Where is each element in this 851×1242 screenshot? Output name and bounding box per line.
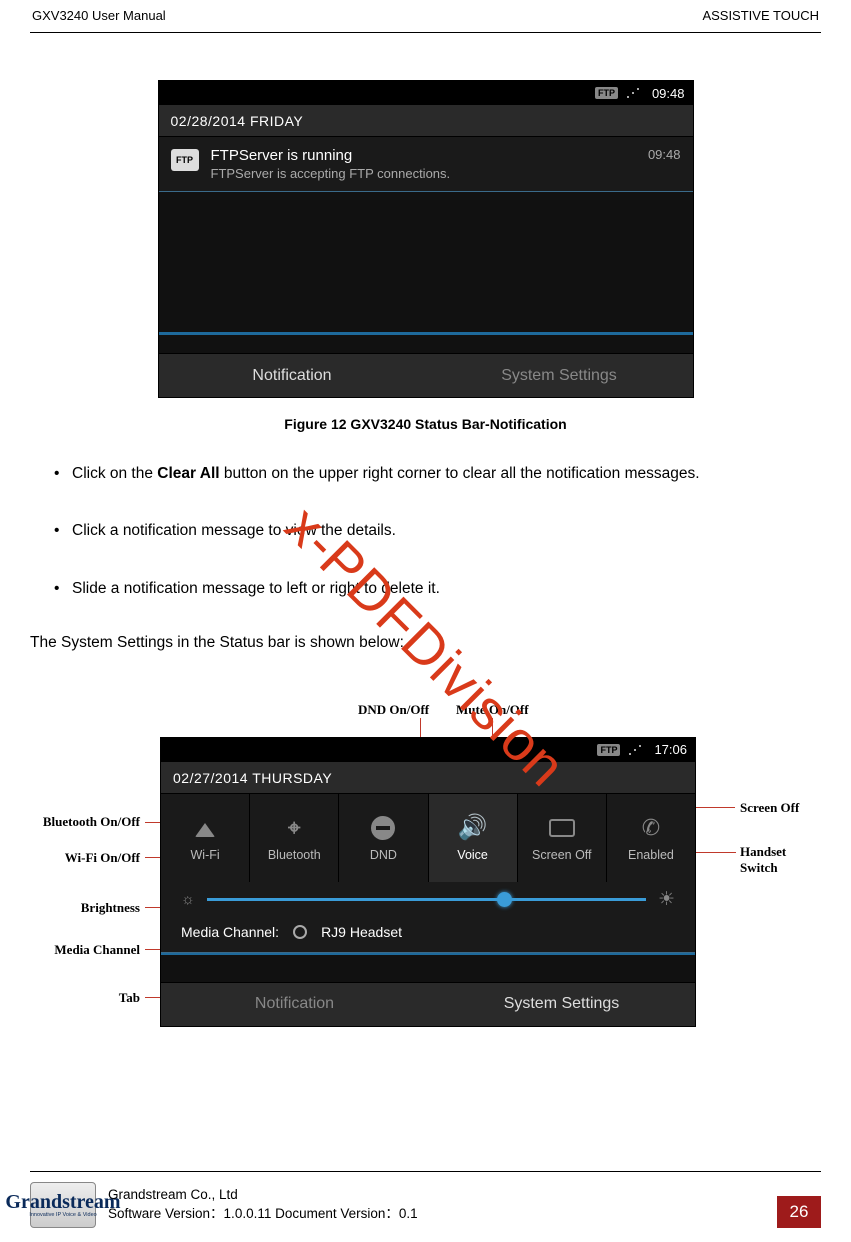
page-content: FTP 09:48 02/28/2014 FRIDAY FTP FTPServe… bbox=[30, 70, 821, 1052]
label: Voice bbox=[457, 848, 488, 862]
text: button on the upper right corner to clea… bbox=[220, 465, 700, 482]
media-channel-row: Media Channel: RJ9 Headset bbox=[161, 918, 695, 953]
tab-system-settings[interactable]: System Settings bbox=[428, 983, 695, 1026]
media-value: RJ9 Headset bbox=[321, 924, 402, 940]
label: Bluetooth bbox=[268, 848, 321, 862]
callout-dnd: DND On/Off bbox=[358, 702, 429, 718]
toggle-dnd[interactable]: DND bbox=[339, 794, 428, 882]
header-right: ASSISTIVE TOUCH bbox=[702, 8, 819, 23]
toggle-wifi[interactable]: Wi-Fi bbox=[161, 794, 250, 882]
screen-off-icon bbox=[546, 814, 578, 842]
status-clock: 09:48 bbox=[652, 86, 685, 101]
footer-company: Grandstream Co., Ltd bbox=[108, 1186, 418, 1205]
bullet-item: Slide a notification message to left or … bbox=[30, 577, 821, 600]
tab-notification[interactable]: Notification bbox=[161, 983, 428, 1026]
bluetooth-icon: ⌖ bbox=[278, 814, 310, 842]
notification-subtitle: FTPServer is accepting FTP connections. bbox=[211, 166, 451, 181]
date-bar: 02/28/2014 FRIDAY bbox=[159, 105, 693, 137]
notification-time: 09:48 bbox=[648, 147, 681, 162]
brightness-high-icon: ☀ bbox=[658, 888, 675, 911]
text: Click on the bbox=[72, 465, 157, 482]
logo-tagline: Innovative IP Voice & Video bbox=[29, 1212, 96, 1218]
signal-icon bbox=[628, 744, 646, 756]
bullet-list: Click on the Clear All button on the upp… bbox=[30, 462, 821, 600]
dnd-icon bbox=[367, 814, 399, 842]
callout-brightness: Brightness bbox=[20, 900, 140, 916]
status-clock: 17:06 bbox=[654, 742, 687, 757]
voice-icon: 🔊 bbox=[457, 814, 489, 842]
media-label: Media Channel: bbox=[181, 924, 279, 940]
paragraph: The System Settings in the Status bar is… bbox=[30, 634, 821, 652]
toggle-voice[interactable]: 🔊 Voice bbox=[429, 794, 518, 882]
screenshot2-container: DND On/Off Mute On/Off Bluetooth On/Off … bbox=[30, 702, 821, 1052]
handset-icon: ✆ bbox=[635, 814, 667, 842]
footer-version: Software Version：1.0.0.11 Document Versi… bbox=[108, 1205, 418, 1224]
label: Enabled bbox=[628, 848, 674, 862]
logo-text: Grandstream bbox=[5, 1192, 120, 1212]
toggle-enabled[interactable]: ✆ Enabled bbox=[607, 794, 695, 882]
screenshot-system-settings: FTP 17:06 02/27/2014 THURSDAY Wi-Fi ⌖ Bl… bbox=[160, 737, 696, 1027]
callout-bluetooth: Bluetooth On/Off bbox=[0, 814, 140, 830]
bullet-item: Click a notification message to view the… bbox=[30, 519, 821, 542]
page-number: 26 bbox=[777, 1196, 821, 1228]
label: Wi-Fi bbox=[191, 848, 220, 862]
bullet-item: Click on the Clear All button on the upp… bbox=[30, 462, 821, 485]
notification-row[interactable]: FTP FTPServer is running FTPServer is ac… bbox=[159, 137, 693, 192]
screenshot-notification-panel: FTP 09:48 02/28/2014 FRIDAY FTP FTPServe… bbox=[158, 80, 694, 398]
date-bar: 02/27/2014 THURSDAY bbox=[161, 762, 695, 794]
notification-body: FTPServer is running FTPServer is accept… bbox=[211, 147, 451, 181]
bottom-tabs: Notification System Settings bbox=[161, 982, 695, 1026]
footer-text: Grandstream Co., Ltd Software Version：1.… bbox=[108, 1186, 418, 1224]
callout-mute: Mute On/Off bbox=[456, 702, 529, 718]
status-bar: FTP 17:06 bbox=[161, 738, 695, 762]
callout-handset: Handset Switch bbox=[740, 844, 800, 876]
grandstream-logo: Grandstream Innovative IP Voice & Video bbox=[30, 1182, 96, 1228]
label: DND bbox=[370, 848, 397, 862]
toggle-bluetooth[interactable]: ⌖ Bluetooth bbox=[250, 794, 339, 882]
quick-settings-row: Wi-Fi ⌖ Bluetooth DND 🔊 Voice Screen Off bbox=[161, 794, 695, 882]
brightness-low-icon: ☼ bbox=[181, 891, 195, 908]
signal-icon bbox=[626, 87, 644, 99]
brightness-slider-row: ☼ ☀ bbox=[161, 882, 695, 918]
ftp-status-icon: FTP bbox=[597, 744, 620, 756]
brightness-slider[interactable] bbox=[207, 898, 646, 901]
notification-title: FTPServer is running bbox=[211, 147, 451, 164]
radio-icon[interactable] bbox=[293, 925, 307, 939]
footer-rule bbox=[30, 1171, 821, 1172]
tab-notification[interactable]: Notification bbox=[159, 354, 426, 397]
page-header: GXV3240 User Manual ASSISTIVE TOUCH bbox=[32, 8, 819, 23]
callout-wifi: Wi-Fi On/Off bbox=[20, 850, 140, 866]
callout-tab: Tab bbox=[70, 990, 140, 1006]
header-left: GXV3240 User Manual bbox=[32, 8, 166, 23]
bold-text: Clear All bbox=[157, 465, 219, 482]
status-bar: FTP 09:48 bbox=[159, 81, 693, 105]
callout-media: Media Channel bbox=[10, 942, 140, 958]
page-footer: Grandstream Innovative IP Voice & Video … bbox=[30, 1182, 821, 1228]
header-rule bbox=[30, 32, 821, 33]
bottom-tabs: Notification System Settings bbox=[159, 353, 693, 397]
figure-caption: Figure 12 GXV3240 Status Bar-Notificatio… bbox=[30, 416, 821, 432]
wifi-icon bbox=[189, 814, 221, 842]
label: Screen Off bbox=[532, 848, 592, 862]
divider bbox=[161, 953, 695, 955]
divider bbox=[159, 332, 693, 335]
toggle-screen-off[interactable]: Screen Off bbox=[518, 794, 607, 882]
ftp-icon: FTP bbox=[171, 149, 199, 171]
tab-system-settings[interactable]: System Settings bbox=[426, 354, 693, 397]
callout-screen-off: Screen Off bbox=[740, 800, 799, 816]
ftp-status-icon: FTP bbox=[595, 87, 618, 99]
